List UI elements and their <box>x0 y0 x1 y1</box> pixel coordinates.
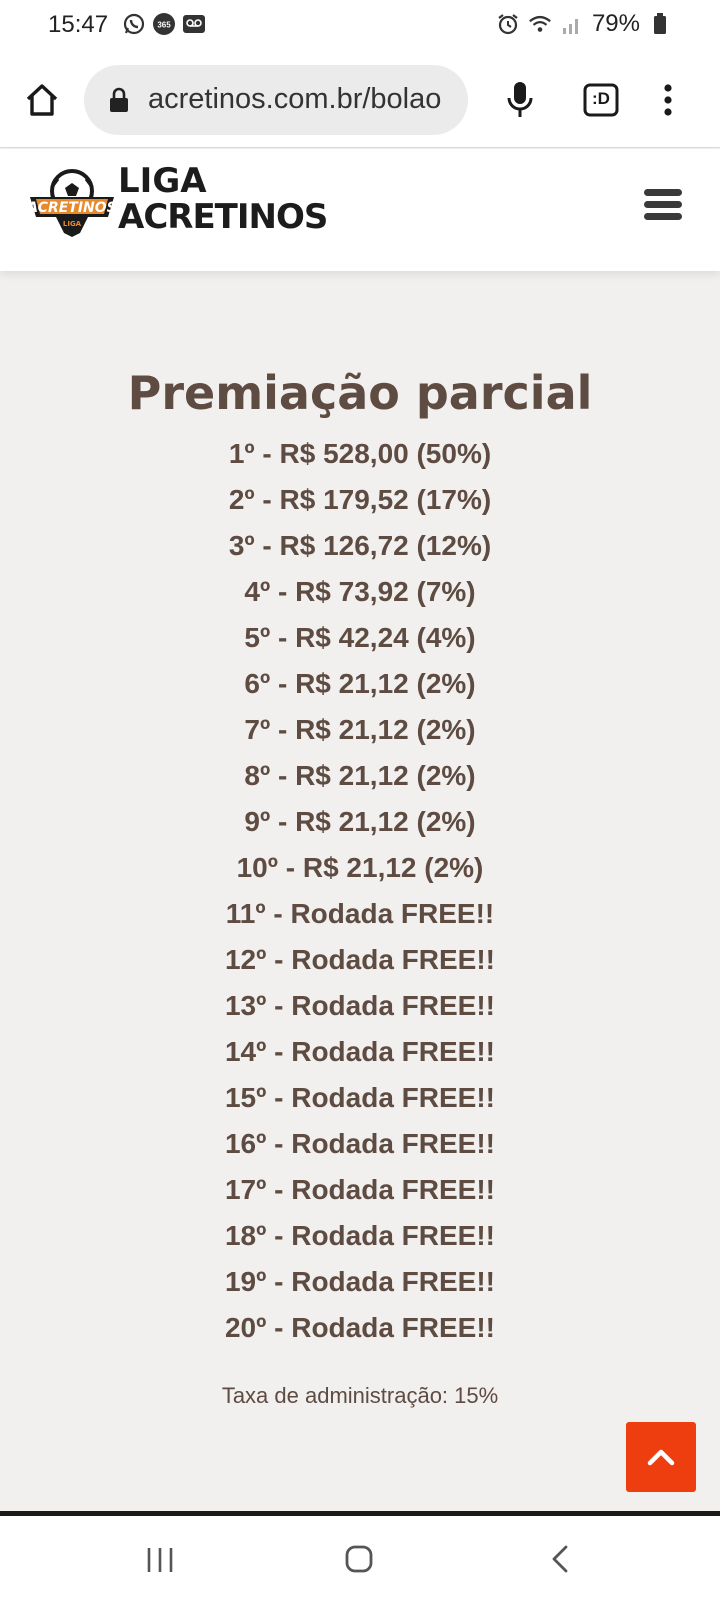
system-icons: 79% <box>496 10 672 38</box>
admin-fee-text: Taxa de administração: 15% <box>221 1383 499 1408</box>
alarm-icon <box>496 12 520 36</box>
back-arrow-icon <box>552 1545 568 1573</box>
signal-icon <box>560 12 584 36</box>
soccer-ball-logo-icon: ACRETINOS LIGA <box>26 169 117 237</box>
prize-item: 13º - Rodada FREE!! <box>224 990 496 1021</box>
badge-text: ACRETINOS <box>28 200 116 216</box>
svg-text:365: 365 <box>157 21 171 30</box>
site-header: ACRETINOS LIGA LIGA ACRETINOS <box>0 149 720 271</box>
recent-apps-button[interactable] <box>145 1546 175 1574</box>
main-content: Premiação parcial 1º - R$ 528,00 (50%) 2º… <box>0 271 720 1511</box>
system-navigation-bar <box>0 1516 720 1600</box>
site-logo-text[interactable]: LIGA ACRETINOS <box>118 161 328 237</box>
hamburger-bar <box>644 201 682 208</box>
prize-item: 8º - R$ 21,12 (2%) <box>244 760 476 791</box>
prize-item: 1º - R$ 528,00 (50%) <box>228 438 492 469</box>
hamburger-bar <box>644 213 682 220</box>
browser-menu-button[interactable] <box>660 80 676 120</box>
prize-item: 3º - R$ 126,72 (12%) <box>228 530 492 561</box>
system-home-button[interactable] <box>344 1544 374 1574</box>
tab-switcher-button[interactable]: :D <box>583 83 619 117</box>
home-square-icon <box>345 1545 373 1573</box>
home-button[interactable] <box>22 80 62 120</box>
prize-item: 16º - Rodada FREE!! <box>224 1128 496 1159</box>
more-vert-icon <box>664 84 672 116</box>
hamburger-menu-button[interactable] <box>644 189 682 221</box>
recent-apps-icon <box>147 1548 173 1572</box>
lock-icon <box>108 87 130 113</box>
app-365-icon: 365 <box>152 12 176 36</box>
voicemail-icon <box>182 12 206 36</box>
prize-item: 19º - Rodada FREE!! <box>224 1266 496 1297</box>
status-bar: 15:47 365 79% <box>0 0 720 52</box>
page-title: Premiação parcial <box>127 366 593 420</box>
back-to-top-button[interactable] <box>626 1422 696 1492</box>
prize-item: 9º - R$ 21,12 (2%) <box>244 806 476 837</box>
address-bar[interactable]: acretinos.com.br/bolao <box>84 65 468 135</box>
url-text: acretinos.com.br/bolao <box>148 83 442 115</box>
microphone-icon <box>507 82 533 117</box>
battery-icon <box>648 12 672 36</box>
prize-item: 10º - R$ 21,12 (2%) <box>236 852 484 883</box>
prize-list: 1º - R$ 528,00 (50%) 2º - R$ 179,52 (17%)… <box>0 431 720 1351</box>
battery-percent: 79% <box>591 10 640 37</box>
prize-item: 20º - Rodada FREE!! <box>224 1312 496 1343</box>
prize-item: 6º - R$ 21,12 (2%) <box>244 668 476 699</box>
voice-search-button[interactable] <box>504 80 536 120</box>
wifi-icon <box>528 12 552 36</box>
browser-toolbar: acretinos.com.br/bolao :D <box>0 52 720 148</box>
logo-line-acretinos: ACRETINOS <box>118 197 328 237</box>
prize-item: 4º - R$ 73,92 (7%) <box>244 576 476 607</box>
prize-item: 18º - Rodada FREE!! <box>224 1220 496 1251</box>
prize-item: 11º - Rodada FREE!! <box>225 898 495 929</box>
prize-item: 5º - R$ 42,24 (4%) <box>244 622 476 653</box>
notification-icons: 365 <box>122 12 206 36</box>
prize-item: 17º - Rodada FREE!! <box>224 1174 496 1205</box>
badge-subtext: LIGA <box>63 220 82 228</box>
site-logo[interactable]: ACRETINOS LIGA <box>26 165 117 239</box>
prize-item: 7º - R$ 21,12 (2%) <box>244 714 476 745</box>
chevron-up-icon <box>647 1449 675 1466</box>
prize-item: 2º - R$ 179,52 (17%) <box>228 484 492 515</box>
prize-item: 14º - Rodada FREE!! <box>224 1036 496 1067</box>
hamburger-bar <box>644 189 682 196</box>
prize-item: 12º - Rodada FREE!! <box>224 944 496 975</box>
home-icon <box>26 84 58 116</box>
system-back-button[interactable] <box>550 1544 570 1574</box>
whatsapp-icon <box>122 12 146 36</box>
logo-line-liga: LIGA <box>118 161 207 201</box>
prize-item: 15º - Rodada FREE!! <box>224 1082 496 1113</box>
status-time: 15:47 <box>48 11 109 38</box>
tab-count: :D <box>592 89 610 108</box>
